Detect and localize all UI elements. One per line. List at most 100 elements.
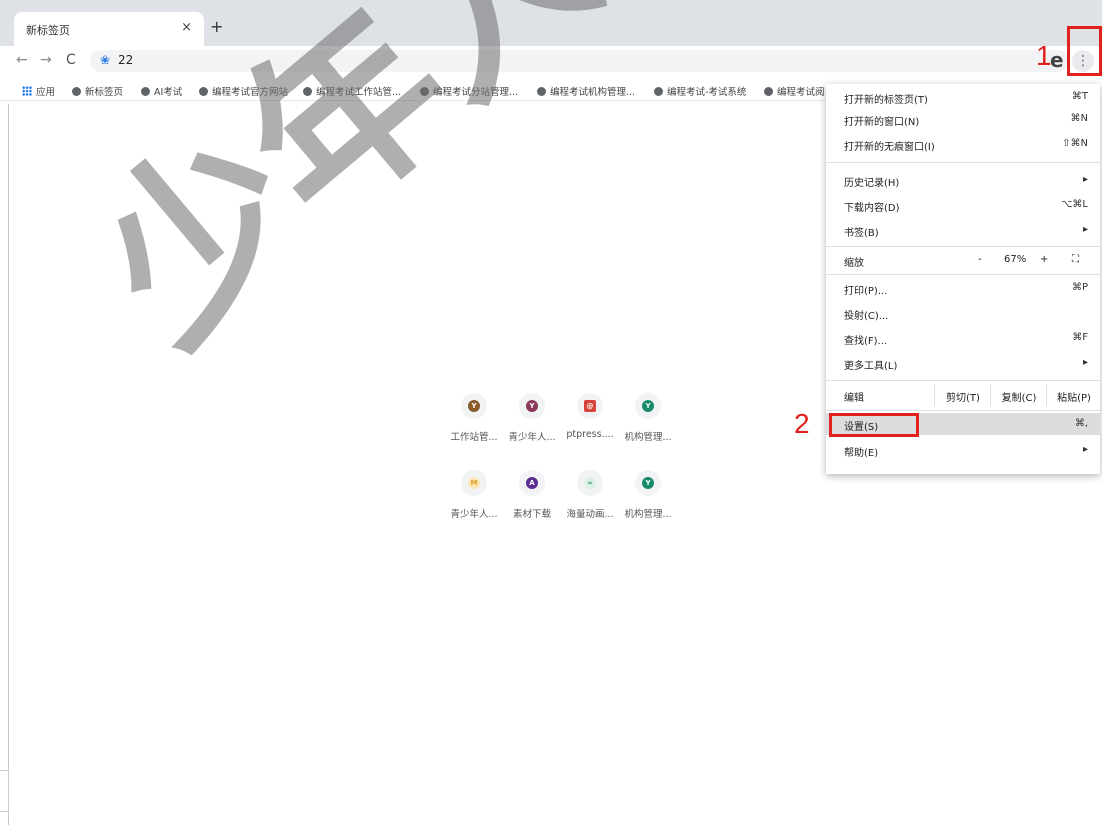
bookmark-item[interactable]: AI考试 [141,84,182,98]
shortcut-icon: Y [461,393,487,419]
highlight-box-menu-button [1067,26,1102,76]
menu-item-new-window[interactable]: 打开新的窗口(N) ⌘N [826,108,1100,130]
menu-item-label: 书签(B) [844,228,879,239]
bookmark-item[interactable]: 编程考试工作站管... [303,84,401,98]
tab-new-tab[interactable]: 新标签页 × [14,12,204,46]
letter-avatar-icon: A [526,477,538,489]
menu-item-cast[interactable]: 投射(C)... [826,302,1100,324]
cut-label: 剪切(T) [946,393,980,404]
profile-icon[interactable]: e [1050,48,1064,72]
menu-item-new-tab[interactable]: 打开新的标签页(T) ⌘T [826,86,1100,108]
bookmark-label: 应用 [36,87,56,98]
bookmark-item[interactable]: 编程考试-考试系统 [654,84,746,98]
menu-item-help[interactable]: 帮助(E) ▸ [826,439,1100,461]
shortcut-icon: Y [635,470,661,496]
menu-item-edit: 编辑 剪切(T) 复制(C) 粘贴(P) [826,384,1100,406]
submenu-arrow-icon: ▸ [1082,444,1088,455]
shortcut-icon: @ [577,393,603,419]
bookmark-item[interactable]: 新标签页 [72,84,123,98]
letter-avatar-icon: Y [642,477,654,489]
shortcut-icon: Y [519,393,545,419]
shortcut-label: 工作站管... [450,432,498,443]
copy-label: 复制(C) [1001,393,1037,404]
bookmark-item[interactable]: 编程考试机构管理... [537,84,635,98]
step-number-2: 2 [794,408,810,439]
letter-avatar-icon: Y [642,400,654,412]
shortcut-text: ⌘, [1074,418,1088,429]
globe-icon [199,87,208,96]
reload-icon[interactable]: C [66,52,76,68]
ptpress-logo-icon: @ [584,400,596,412]
shortcut-icon: A [519,470,545,496]
apps-grid-icon [22,86,32,96]
shortcut-label: 青少年人... [450,509,498,520]
zoom-in-button[interactable]: + [1040,254,1048,265]
bookmark-label: 编程考试机构管理... [550,87,636,98]
menu-item-label: 打开新的标签页(T) [844,95,928,106]
baidu-paw-icon: ❀ [100,53,111,67]
shortcut-tile[interactable]: Y 工作站管... [444,393,504,443]
shortcut-label: 青少年人... [508,432,556,443]
shortcut-tile[interactable]: @ ptpress.... [560,393,620,440]
new-tab-button[interactable]: + [210,17,223,36]
zoom-level: 67% [1004,254,1027,265]
menu-item-label: 打开新的无痕窗口(I) [844,142,935,153]
menu-item-more-tools[interactable]: 更多工具(L) ▸ [826,352,1100,374]
shortcut-tile[interactable]: Y 青少年人... [502,393,562,443]
bookmark-label: 编程考试阅 [777,87,825,98]
shortcut-text: ⌘P [1071,282,1088,293]
menu-item-label: 查找(F)... [844,336,888,347]
bookmark-label: 编程考试官方网站 [212,87,289,98]
shortcut-tile[interactable]: ≈ 海量动画... [560,470,620,520]
bookmark-label: 编程考试分站管理... [433,87,519,98]
menu-item-find[interactable]: 查找(F)... ⌘F [826,327,1100,349]
menu-divider [826,274,1100,275]
shortcut-tile[interactable]: Y 机构管理... [618,393,678,443]
tab-close-icon[interactable]: × [181,20,192,35]
submenu-arrow-icon: ▸ [1082,224,1088,235]
forward-icon[interactable]: → [40,52,52,68]
page-edge-divider [8,104,9,825]
shortcut-tile[interactable]: Y 机构管理... [618,470,678,520]
cut-button[interactable]: 剪切(T) [934,384,991,406]
highlight-box-settings [829,413,919,437]
submenu-arrow-icon: ▸ [1082,357,1088,368]
shortcut-tile[interactable]: M 青少年人... [444,470,504,520]
menu-item-label: 打开新的窗口(N) [844,117,920,128]
menu-item-incognito[interactable]: 打开新的无痕窗口(I) ⇧⌘N [826,133,1100,155]
globe-icon [537,87,546,96]
menu-item-history[interactable]: 历史记录(H) ▸ [826,169,1100,191]
bookmark-label: AI考试 [154,87,183,98]
menu-item-downloads[interactable]: 下载内容(D) ⌥⌘L [826,194,1100,216]
bookmark-item[interactable]: 编程考试分站管理... [420,84,518,98]
copy-button[interactable]: 复制(C) [990,384,1047,406]
menu-item-label: 投射(C)... [844,311,889,322]
globe-icon [72,87,81,96]
menu-item-zoom: 缩放 - 67% + ⛶ [826,249,1100,271]
paste-button[interactable]: 粘贴(P) [1046,384,1101,406]
submenu-arrow-icon: ▸ [1082,174,1088,185]
back-icon[interactable]: ← [16,52,28,68]
bookmark-apps[interactable]: 应用 [22,84,55,98]
tab-strip: 新标签页 × + [0,0,1102,46]
shortcut-label: 海量动画... [566,509,614,520]
letter-avatar-icon: Y [526,400,538,412]
menu-divider [826,162,1100,163]
menu-item-label: 编辑 [844,393,864,404]
bookmark-label: 编程考试-考试系统 [667,87,747,98]
menu-item-label: 打印(P)... [844,286,888,297]
address-bar[interactable]: ❀ 22 [90,50,1070,72]
shortcut-label: 机构管理... [624,432,672,443]
shortcut-tile[interactable]: A 素材下载 [502,470,562,520]
shortcut-icon: M [461,470,487,496]
bookmark-item[interactable]: 编程考试官方网站 [199,84,288,98]
bookmark-item[interactable]: 编程考试阅 [764,84,825,98]
shortcut-label: 素材下载 [512,509,551,520]
zoom-out-button[interactable]: - [978,254,982,265]
shortcut-icon: Y [635,393,661,419]
fullscreen-icon[interactable]: ⛶ [1072,254,1079,265]
globe-icon [303,87,312,96]
menu-item-label: 帮助(E) [844,448,879,459]
menu-item-bookmarks[interactable]: 书签(B) ▸ [826,219,1100,241]
menu-item-print[interactable]: 打印(P)... ⌘P [826,277,1100,299]
